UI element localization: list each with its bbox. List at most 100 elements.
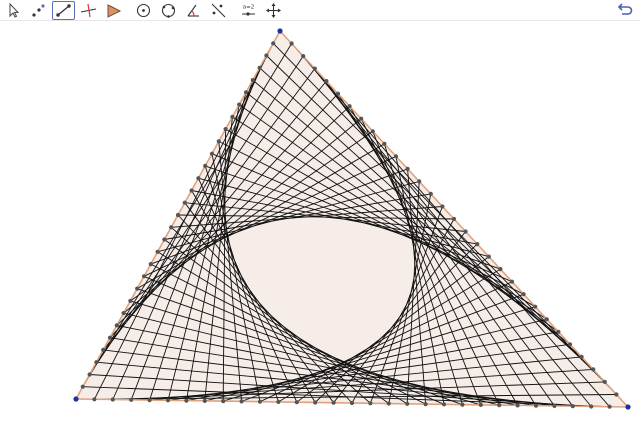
circle-three-points-tool-button[interactable] — [157, 1, 180, 20]
division-point[interactable] — [570, 404, 575, 409]
division-point[interactable] — [428, 191, 433, 196]
division-point[interactable] — [567, 342, 573, 347]
division-point[interactable] — [478, 402, 483, 407]
division-point[interactable] — [386, 401, 391, 406]
division-point[interactable] — [276, 399, 281, 404]
division-point[interactable] — [257, 399, 263, 404]
division-point[interactable] — [257, 65, 262, 70]
vertex-point[interactable] — [73, 396, 79, 402]
division-point[interactable] — [169, 225, 174, 230]
division-point[interactable] — [189, 188, 194, 193]
division-point[interactable] — [335, 91, 341, 96]
division-point[interactable] — [497, 403, 502, 408]
angle-tool-button[interactable] — [182, 1, 205, 20]
division-point[interactable] — [498, 267, 503, 272]
division-point[interactable] — [515, 403, 520, 408]
perpendicular-tool-button[interactable] — [77, 1, 100, 20]
division-point[interactable] — [148, 262, 153, 267]
division-point[interactable] — [460, 402, 465, 407]
division-point[interactable] — [184, 398, 189, 403]
segment-tool-button[interactable] — [52, 0, 75, 20]
move-view-tool-button[interactable] — [262, 1, 285, 20]
division-point[interactable] — [250, 78, 255, 83]
division-point[interactable] — [370, 129, 375, 134]
division-point[interactable] — [607, 404, 612, 409]
division-point[interactable] — [552, 403, 557, 408]
division-point[interactable] — [475, 242, 480, 247]
division-point[interactable] — [368, 401, 373, 406]
division-point[interactable] — [591, 367, 596, 372]
division-point[interactable] — [441, 402, 447, 407]
division-point[interactable] — [509, 279, 515, 284]
division-point[interactable] — [128, 298, 133, 303]
division-point[interactable] — [155, 249, 160, 254]
division-point[interactable] — [614, 392, 619, 397]
division-point[interactable] — [101, 347, 106, 352]
division-point[interactable] — [294, 400, 299, 405]
division-point[interactable] — [417, 179, 422, 184]
division-point[interactable] — [271, 41, 276, 46]
division-point[interactable] — [331, 400, 336, 405]
division-point[interactable] — [135, 286, 140, 291]
division-point[interactable] — [147, 398, 152, 403]
division-point[interactable] — [405, 401, 410, 406]
vertex-point[interactable] — [625, 404, 631, 410]
division-point[interactable] — [114, 323, 119, 328]
division-point[interactable] — [556, 329, 561, 334]
division-point[interactable] — [129, 397, 134, 402]
division-point[interactable] — [393, 154, 399, 159]
division-point[interactable] — [602, 379, 607, 384]
reflect-tool-button[interactable] — [207, 1, 230, 20]
division-point[interactable] — [182, 200, 187, 205]
undo-button[interactable] — [614, 0, 634, 19]
division-point[interactable] — [312, 66, 317, 71]
division-point[interactable] — [175, 212, 181, 218]
division-point[interactable] — [110, 397, 115, 402]
division-point[interactable] — [451, 216, 457, 222]
division-point[interactable] — [359, 116, 364, 121]
division-point[interactable] — [382, 141, 387, 146]
division-point[interactable] — [230, 114, 235, 119]
division-point[interactable] — [289, 41, 294, 46]
division-point[interactable] — [486, 254, 491, 259]
division-point[interactable] — [92, 397, 97, 402]
division-point[interactable] — [301, 54, 306, 59]
division-point[interactable] — [349, 400, 355, 406]
division-point[interactable] — [544, 317, 549, 322]
division-point[interactable] — [141, 274, 147, 279]
division-point[interactable] — [107, 335, 113, 340]
division-point[interactable] — [202, 398, 207, 403]
division-point[interactable] — [203, 163, 208, 168]
division-point[interactable] — [533, 403, 539, 408]
division-point[interactable] — [209, 151, 215, 156]
division-point[interactable] — [533, 304, 538, 309]
move-tool-button[interactable] — [2, 1, 25, 20]
vertex-point[interactable] — [277, 28, 283, 34]
division-point[interactable] — [243, 90, 249, 95]
division-point[interactable] — [463, 229, 468, 234]
division-point[interactable] — [196, 176, 201, 181]
division-point[interactable] — [237, 102, 242, 107]
circle-tool-button[interactable] — [132, 1, 155, 20]
division-point[interactable] — [423, 402, 428, 407]
division-point[interactable] — [221, 399, 226, 404]
geometry-canvas[interactable] — [0, 21, 640, 424]
point-tool-button[interactable] — [27, 1, 50, 20]
division-point[interactable] — [589, 404, 594, 409]
division-point[interactable] — [94, 360, 99, 365]
polygon-tool-button[interactable] — [102, 1, 125, 20]
graphics-view[interactable] — [0, 21, 640, 424]
division-point[interactable] — [165, 398, 171, 403]
division-point[interactable] — [239, 399, 244, 404]
division-point[interactable] — [440, 204, 445, 209]
division-point[interactable] — [521, 292, 526, 297]
division-point[interactable] — [579, 354, 584, 359]
division-point[interactable] — [324, 79, 329, 84]
division-point[interactable] — [313, 400, 318, 405]
division-point[interactable] — [121, 311, 126, 316]
division-point[interactable] — [87, 372, 92, 377]
slider-tool-button[interactable]: a=2 — [237, 1, 260, 20]
division-point[interactable] — [405, 166, 410, 171]
division-point[interactable] — [264, 53, 269, 58]
division-point[interactable] — [80, 384, 85, 389]
